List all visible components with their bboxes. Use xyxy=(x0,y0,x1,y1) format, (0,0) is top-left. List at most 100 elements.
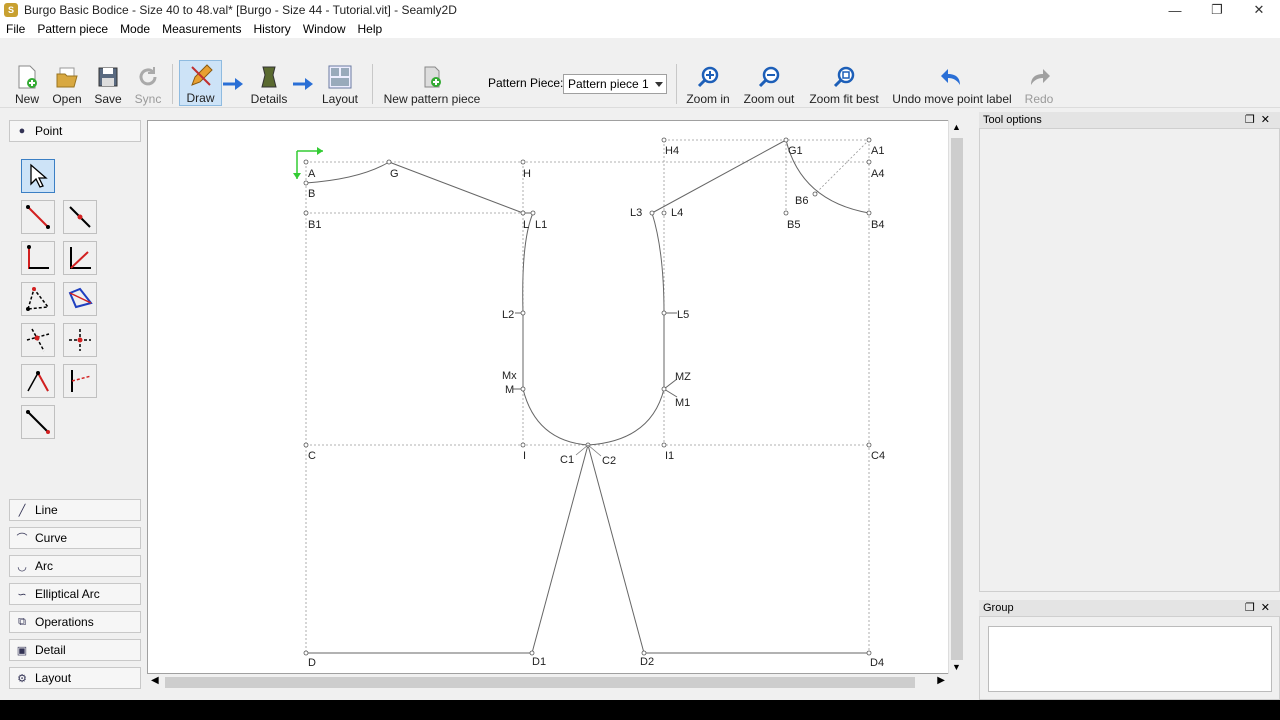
menu-measurements[interactable]: Measurements xyxy=(156,22,247,36)
point-label[interactable]: L5 xyxy=(677,309,689,321)
point-label[interactable]: B6 xyxy=(795,195,808,207)
bisector-tool[interactable] xyxy=(63,241,97,275)
detail-group-button[interactable]: ▣ Detail xyxy=(9,639,141,661)
point-label[interactable]: C xyxy=(308,450,316,462)
point-label[interactable]: B xyxy=(308,188,315,200)
window-title: Burgo Basic Bodice - Size 40 to 48.val* … xyxy=(24,3,457,17)
menu-pattern-piece[interactable]: Pattern piece xyxy=(31,22,114,36)
point-label[interactable]: M xyxy=(505,384,514,396)
point-label[interactable]: H xyxy=(523,168,531,180)
point-label[interactable]: B5 xyxy=(787,219,800,231)
intersection-tool[interactable] xyxy=(21,323,55,357)
point-label[interactable]: C1 xyxy=(560,454,574,466)
vertical-scroll-thumb[interactable] xyxy=(951,138,963,660)
pattern-drawing[interactable]: A G H H4 G1 A1 A4 B B1 L L1 L3 L4 B6 B5 … xyxy=(148,121,949,674)
layout-group-button[interactable]: ⚙ Layout xyxy=(9,667,141,689)
tool-options-dock-title: Tool options ❐✕ xyxy=(979,112,1280,128)
point-label[interactable]: B4 xyxy=(871,219,884,231)
horizontal-scrollbar[interactable]: ◀ ▶ xyxy=(147,674,949,690)
undo-button[interactable]: Undo move point label xyxy=(890,62,1014,106)
point-label[interactable]: B1 xyxy=(308,219,321,231)
pattern-piece-select[interactable]: Pattern piece 1 xyxy=(563,74,667,94)
intersect-lines-icon xyxy=(26,328,50,352)
point-label[interactable]: D xyxy=(308,657,316,669)
point-label[interactable]: C4 xyxy=(871,450,885,462)
zoom-out-button[interactable]: Zoom out xyxy=(740,62,798,106)
dress-form-icon xyxy=(257,65,281,89)
new-pattern-piece-button[interactable]: New pattern piece xyxy=(382,62,482,106)
point-of-contact-tool[interactable] xyxy=(63,323,97,357)
group-list[interactable] xyxy=(988,626,1272,692)
vertical-scrollbar[interactable]: ▲ ▼ xyxy=(948,120,964,674)
sync-button[interactable]: Sync xyxy=(132,62,164,106)
point-label[interactable]: L1 xyxy=(535,219,547,231)
zoom-fit-icon xyxy=(832,65,856,89)
point-label[interactable]: D1 xyxy=(532,656,546,668)
main-toolbar: New Open Save Sync Draw Details Layout N… xyxy=(0,58,1280,108)
point-label[interactable]: G xyxy=(390,168,399,180)
point-label[interactable]: L4 xyxy=(671,207,683,219)
curve-group-button[interactable]: ⌒ Curve xyxy=(9,527,141,549)
menu-file[interactable]: File xyxy=(0,22,31,36)
point-label[interactable]: H4 xyxy=(665,145,679,157)
line-point-tool[interactable] xyxy=(21,200,55,234)
horizontal-scroll-thumb[interactable] xyxy=(165,677,915,688)
point-label[interactable]: D2 xyxy=(640,656,654,668)
line-intersect-axis-tool[interactable] xyxy=(63,364,97,398)
draw-mode-button[interactable]: Draw xyxy=(179,60,222,106)
point-label[interactable]: A1 xyxy=(871,145,884,157)
normal-tool[interactable] xyxy=(21,241,55,275)
redo-button[interactable]: Redo xyxy=(1022,62,1056,106)
point-label[interactable]: I1 xyxy=(665,450,674,462)
point-label[interactable]: I xyxy=(523,450,526,462)
details-mode-button[interactable]: Details xyxy=(249,62,289,106)
point-label[interactable]: M1 xyxy=(675,397,690,409)
menu-history[interactable]: History xyxy=(247,22,296,36)
line-icon: ╱ xyxy=(18,504,26,517)
point-label[interactable]: L xyxy=(523,219,529,231)
redo-icon xyxy=(1027,65,1051,89)
open-button[interactable]: Open xyxy=(50,62,84,106)
restore-button[interactable]: ❐ xyxy=(1196,0,1238,20)
point-label[interactable]: A xyxy=(308,168,316,180)
point-label[interactable]: L2 xyxy=(502,309,514,321)
menu-window[interactable]: Window xyxy=(297,22,352,36)
layout-mode-button[interactable]: Layout xyxy=(320,62,360,106)
point-label[interactable]: L3 xyxy=(630,207,642,219)
point-label[interactable]: Mx xyxy=(502,370,517,382)
arc-group-button[interactable]: ◡ Arc xyxy=(9,555,141,577)
height-tool[interactable] xyxy=(21,364,55,398)
point-label[interactable]: G1 xyxy=(788,145,803,157)
triangle-tool[interactable] xyxy=(21,282,55,316)
close-dock-icon[interactable]: ✕ xyxy=(1261,602,1276,614)
close-dock-icon[interactable]: ✕ xyxy=(1261,114,1276,126)
line-group-button[interactable]: ╱ Line xyxy=(9,499,141,521)
save-button[interactable]: Save xyxy=(92,62,124,106)
drawing-canvas[interactable]: A G H H4 G1 A1 A4 B B1 L L1 L3 L4 B6 B5 … xyxy=(147,120,949,674)
float-dock-icon[interactable]: ❐ xyxy=(1245,602,1261,614)
close-button[interactable]: ✕ xyxy=(1238,0,1280,20)
shoulder-point-tool[interactable] xyxy=(63,282,97,316)
point-label[interactable]: A4 xyxy=(871,168,884,180)
along-line-tool[interactable] xyxy=(63,200,97,234)
menu-mode[interactable]: Mode xyxy=(114,22,156,36)
scroll-right-icon[interactable]: ▶ xyxy=(937,675,945,686)
point-group-button[interactable]: ● Point xyxy=(9,120,141,142)
float-dock-icon[interactable]: ❐ xyxy=(1245,114,1261,126)
construction-lines xyxy=(305,139,870,653)
point-label[interactable]: D4 xyxy=(870,657,884,669)
zoom-in-button[interactable]: Zoom in xyxy=(684,62,732,106)
pointer-tool[interactable] xyxy=(21,159,55,193)
scroll-down-icon[interactable]: ▼ xyxy=(952,662,961,672)
minimize-button[interactable]: — xyxy=(1154,0,1196,20)
scroll-up-icon[interactable]: ▲ xyxy=(952,122,961,132)
operations-group-button[interactable]: ⧉ Operations xyxy=(9,611,141,633)
elliptical-arc-group-button[interactable]: ∽ Elliptical Arc xyxy=(9,583,141,605)
scroll-left-icon[interactable]: ◀ xyxy=(151,675,159,686)
zoom-fit-best-button[interactable]: Zoom fit best xyxy=(806,62,882,106)
new-button[interactable]: New xyxy=(10,62,44,106)
point-of-intersection-tool[interactable] xyxy=(21,405,55,439)
menu-help[interactable]: Help xyxy=(352,22,389,36)
point-label[interactable]: C2 xyxy=(602,455,616,467)
point-label[interactable]: MZ xyxy=(675,371,691,383)
